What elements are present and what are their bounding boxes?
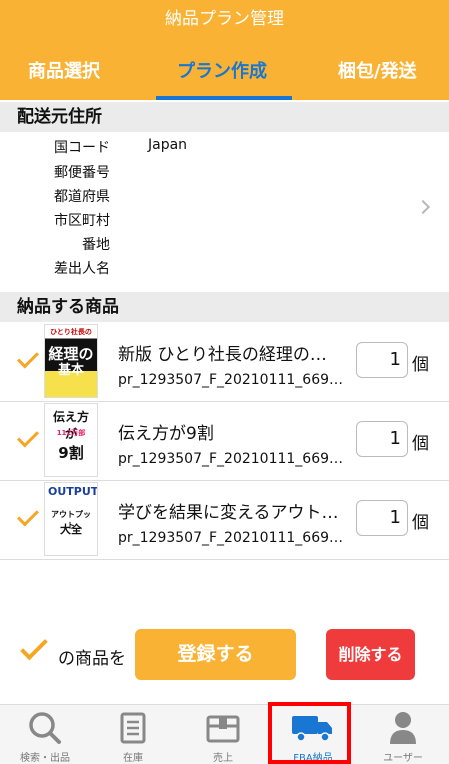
address-value-country: Japan xyxy=(148,137,188,153)
product-name: 新版 ひとり社長の経理の基本 xyxy=(118,345,343,365)
address-label-street: 番地 xyxy=(82,237,110,253)
user-icon xyxy=(390,712,416,744)
cover-text: 9割 xyxy=(58,444,84,462)
bottom-tab-bar: 検索・出品 在庫 売上 FBA納品 ユーザー xyxy=(0,704,449,764)
quantity-unit: 個 xyxy=(412,434,429,454)
quantity-input[interactable]: 1 xyxy=(356,500,408,536)
book-cover-image: 伝え方が 9割 112万部 xyxy=(44,403,98,477)
book-cover-image: ひとり社長の 経理の 基本 xyxy=(44,324,98,398)
tab-product-select[interactable]: 商品選択 xyxy=(28,57,100,83)
app-header: 納品プラン管理 商品選択 プラン作成 梱包/発送 xyxy=(0,0,449,100)
cover-text: 大全 xyxy=(60,523,82,536)
product-name: 伝え方が9割 xyxy=(118,424,214,444)
tabbar-label: 在庫 xyxy=(123,753,143,764)
checkmark-icon[interactable] xyxy=(17,425,39,448)
cover-text: 112万部 xyxy=(56,429,86,437)
register-button[interactable]: 登録する xyxy=(135,629,296,680)
checkmark-icon[interactable] xyxy=(17,346,39,369)
address-section-title: 配送元住所 xyxy=(0,102,449,132)
selected-items-label: の商品を xyxy=(58,649,126,669)
product-sku: pr_1293507_F_20210111_669212 xyxy=(118,451,350,467)
tabbar-item-user[interactable]: ユーザー xyxy=(358,705,448,764)
cover-text: 基本 xyxy=(57,363,84,378)
products-section-title: 納品する商品 xyxy=(0,292,449,322)
document-icon xyxy=(120,712,146,744)
address-label-prefecture: 都道府県 xyxy=(54,189,110,205)
chevron-right-icon[interactable] xyxy=(415,199,431,215)
search-icon xyxy=(29,712,61,744)
checkmark-icon[interactable] xyxy=(17,504,39,527)
product-name: 学びを結果に変えるアウトプット大全 xyxy=(118,503,343,523)
tabbar-label: 検索・出品 xyxy=(20,753,70,764)
select-all-checkmark-icon[interactable] xyxy=(20,632,48,661)
quantity-input[interactable]: 1 xyxy=(356,342,408,378)
address-label-sender: 差出人名 xyxy=(54,261,110,277)
cover-text: ひとり社長の xyxy=(50,328,92,336)
cover-text: OUTPUT xyxy=(48,485,98,498)
product-sku: pr_1293507_F_20210111_669213 xyxy=(118,530,350,546)
tab-pack-ship[interactable]: 梱包/発送 xyxy=(338,57,417,83)
tab-plan-create[interactable]: プラン作成 xyxy=(177,57,267,83)
book-cover-image: OUTPUT アウトプット 大全 xyxy=(44,482,98,556)
box-icon xyxy=(206,715,240,743)
tabbar-item-sales[interactable]: 売上 xyxy=(178,705,268,764)
address-label-postal: 郵便番号 xyxy=(54,165,110,181)
quantity-input[interactable]: 1 xyxy=(356,421,408,457)
delete-button[interactable]: 削除する xyxy=(326,629,415,680)
quantity-unit: 個 xyxy=(412,513,429,533)
tabbar-label: ユーザー xyxy=(383,753,423,764)
page-title: 納品プラン管理 xyxy=(165,9,284,29)
tabbar-label: 売上 xyxy=(213,753,233,764)
fba-tab-highlight-box xyxy=(268,702,351,764)
tabbar-item-stock[interactable]: 在庫 xyxy=(88,705,178,764)
active-tab-indicator xyxy=(156,96,292,100)
address-label-country: 国コード xyxy=(54,140,110,156)
product-sku: pr_1293507_F_20210111_669211 xyxy=(118,372,350,388)
tabbar-item-search[interactable]: 検索・出品 xyxy=(0,705,90,764)
product-row[interactable]: ひとり社長の 経理の 基本 新版 ひとり社長の経理の基本 pr_1293507_… xyxy=(0,322,449,402)
quantity-unit: 個 xyxy=(412,355,429,375)
address-label-city: 市区町村 xyxy=(54,213,110,229)
product-row[interactable]: OUTPUT アウトプット 大全 学びを結果に変えるアウトプット大全 pr_12… xyxy=(0,480,449,560)
product-row[interactable]: 伝え方が 9割 112万部 伝え方が9割 pr_1293507_F_202101… xyxy=(0,401,449,481)
